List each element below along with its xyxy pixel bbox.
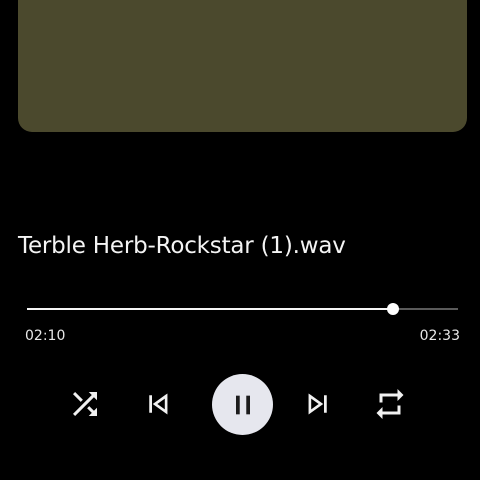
- pause-icon: [235, 395, 250, 414]
- total-time: 02:33: [419, 328, 460, 344]
- seek-thumb[interactable]: [387, 303, 400, 315]
- album-artwork: [18, 0, 467, 132]
- seek-bar[interactable]: [27, 302, 458, 316]
- previous-button[interactable]: [139, 385, 177, 423]
- pause-button[interactable]: [212, 374, 273, 435]
- skip-previous-icon: [149, 393, 168, 415]
- shuffle-icon: [73, 392, 97, 416]
- player-screen: Terble Herb-Rockstar (1).wav 02:10 02:33: [0, 0, 480, 480]
- next-button[interactable]: [299, 385, 337, 423]
- seek-progress: [27, 308, 394, 310]
- skip-next-icon: [308, 393, 327, 415]
- repeat-icon: [376, 389, 404, 419]
- track-title: Terble Herb-Rockstar (1).wav: [18, 233, 346, 259]
- repeat-button[interactable]: [371, 385, 409, 423]
- elapsed-time: 02:10: [25, 328, 66, 344]
- shuffle-button[interactable]: [66, 385, 104, 423]
